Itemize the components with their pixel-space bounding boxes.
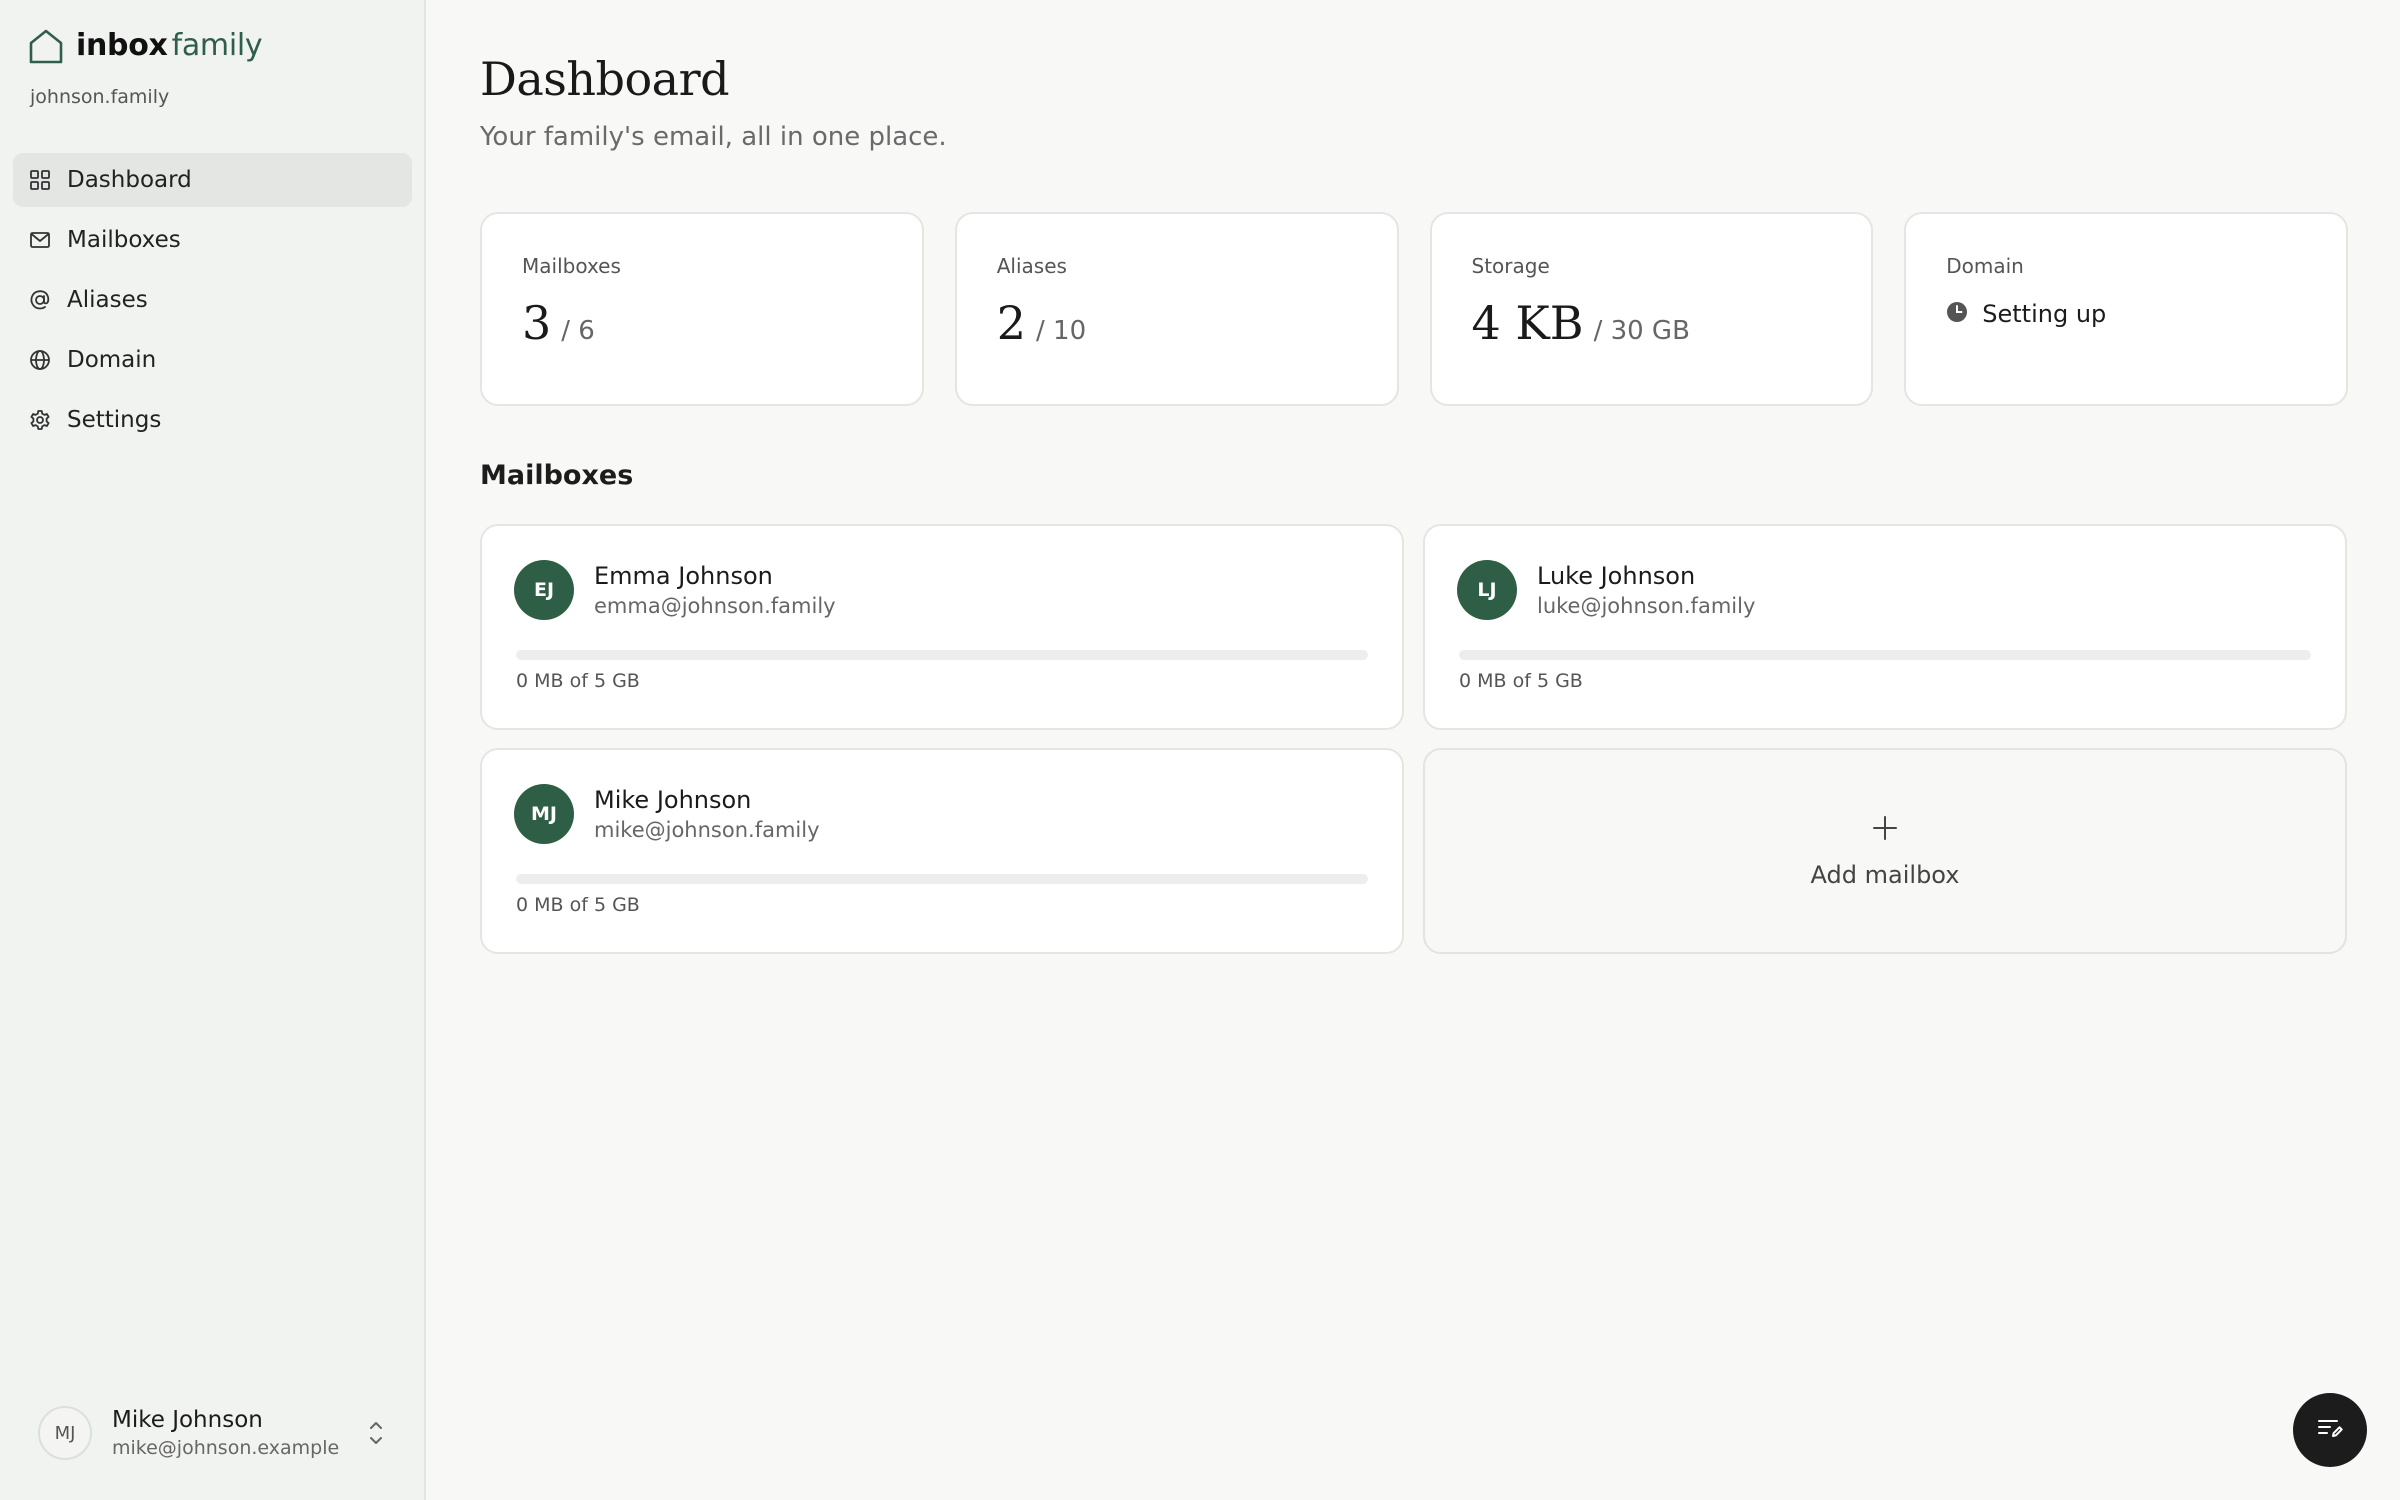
mail-icon (29, 229, 51, 251)
sidebar-nav: Dashboard Mailboxes Aliases Domain Setti… (13, 153, 412, 453)
brand-name: inbox family (76, 26, 263, 66)
stat-value: 4 KB (1471, 296, 1584, 350)
avatar: MJ (514, 784, 574, 844)
stat-value-row: 3 / 6 (522, 296, 922, 350)
mailbox-card[interactable]: MJ Mike Johnson mike@johnson.family 0 MB… (480, 748, 1404, 954)
storage-usage-text: 0 MB of 5 GB (1459, 670, 1583, 692)
avatar: LJ (1457, 560, 1517, 620)
storage-progress-bar (516, 650, 1368, 660)
grid-icon (29, 169, 51, 191)
page-title: Dashboard (480, 52, 730, 106)
mailbox-name: Emma Johnson (594, 562, 773, 590)
brand-name-light: family (171, 28, 263, 63)
avatar: MJ (38, 1406, 92, 1460)
workspace-domain: johnson.family (30, 86, 170, 108)
storage-progress-bar (1459, 650, 2311, 660)
mailbox-text: Luke Johnson luke@johnson.family (1537, 560, 1755, 620)
mailbox-grid: EJ Emma Johnson emma@johnson.family 0 MB… (480, 524, 2348, 954)
domain-status: Setting up (1946, 300, 2346, 328)
sidebar-item-label: Settings (67, 407, 162, 433)
mailbox-email: emma@johnson.family (594, 594, 836, 618)
stat-max: / 10 (1036, 316, 1087, 346)
brand-name-bold: inbox (76, 28, 168, 63)
mailbox-header: MJ Mike Johnson mike@johnson.family (514, 784, 1370, 844)
home-icon (28, 27, 64, 65)
brand-logo[interactable]: inbox family (28, 26, 263, 66)
domain-status-text: Setting up (1982, 300, 2107, 328)
stat-card-domain: Domain Setting up (1904, 212, 2348, 406)
storage-usage-text: 0 MB of 5 GB (516, 894, 640, 916)
list-edit-icon (2316, 1414, 2344, 1446)
section-title-mailboxes: Mailboxes (480, 460, 634, 491)
sidebar-item-label: Mailboxes (67, 227, 181, 253)
mailbox-text: Mike Johnson mike@johnson.family (594, 784, 820, 844)
user-name: Mike Johnson (112, 1407, 263, 1433)
mailbox-name: Luke Johnson (1537, 562, 1696, 590)
sidebar-item-dashboard[interactable]: Dashboard (13, 153, 412, 207)
sidebar-item-settings[interactable]: Settings (13, 393, 412, 447)
mailbox-text: Emma Johnson emma@johnson.family (594, 560, 836, 620)
mailbox-header: EJ Emma Johnson emma@johnson.family (514, 560, 1370, 620)
floating-action-button[interactable] (2293, 1393, 2367, 1467)
add-mailbox-label: Add mailbox (1810, 861, 1960, 889)
sidebar-item-label: Dashboard (67, 167, 192, 193)
sidebar-item-label: Aliases (67, 287, 148, 313)
account-switcher[interactable]: MJ Mike Johnson mike@johnson.example (38, 1405, 388, 1461)
stats-row: Mailboxes 3 / 6 Aliases 2 / 10 Storage 4… (480, 212, 2348, 406)
plus-icon (1870, 813, 1900, 847)
stat-value: 2 (996, 296, 1027, 350)
globe-icon (29, 349, 51, 371)
stat-value-row: 4 KB / 30 GB (1472, 296, 1872, 350)
stat-max: / 30 GB (1593, 316, 1690, 346)
user-info: Mike Johnson mike@johnson.example (112, 1405, 339, 1461)
stat-value: 3 (522, 296, 552, 350)
mailbox-card[interactable]: EJ Emma Johnson emma@johnson.family 0 MB… (480, 524, 1404, 730)
page-subtitle: Your family's email, all in one place. (480, 122, 947, 152)
gear-icon (29, 409, 51, 431)
user-email: mike@johnson.example (112, 1437, 340, 1459)
stat-label: Mailboxes (522, 254, 621, 278)
sidebar: inbox family johnson.family Dashboard Mai… (0, 0, 426, 1500)
stat-card-aliases: Aliases 2 / 10 (954, 212, 1399, 406)
stat-label: Aliases (996, 254, 1067, 278)
storage-usage-text: 0 MB of 5 GB (516, 670, 640, 692)
mailbox-email: luke@johnson.family (1537, 594, 1756, 618)
at-sign-icon (29, 289, 51, 311)
stat-label: Domain (1946, 254, 2024, 278)
mailbox-header: LJ Luke Johnson luke@johnson.family (1457, 560, 2313, 620)
storage-progress-bar (516, 874, 1368, 884)
mailbox-email: mike@johnson.family (594, 818, 820, 842)
add-mailbox-button[interactable]: Add mailbox (1423, 748, 2347, 954)
mailbox-name: Mike Johnson (594, 786, 752, 814)
mailbox-card[interactable]: LJ Luke Johnson luke@johnson.family 0 MB… (1423, 524, 2347, 730)
avatar: EJ (514, 560, 574, 620)
sidebar-item-aliases[interactable]: Aliases (13, 273, 412, 327)
stat-label: Storage (1471, 254, 1550, 278)
stat-value-row: 2 / 10 (997, 296, 1397, 350)
stat-max: / 6 (561, 316, 595, 346)
sidebar-item-domain[interactable]: Domain (13, 333, 412, 387)
sidebar-item-label: Domain (67, 347, 157, 373)
stat-card-mailboxes: Mailboxes 3 / 6 (480, 212, 924, 406)
stat-card-storage: Storage 4 KB / 30 GB (1429, 212, 1874, 406)
sidebar-item-mailboxes[interactable]: Mailboxes (13, 213, 412, 267)
clock-icon (1946, 301, 1968, 327)
chevron-up-down-icon (364, 1417, 388, 1449)
